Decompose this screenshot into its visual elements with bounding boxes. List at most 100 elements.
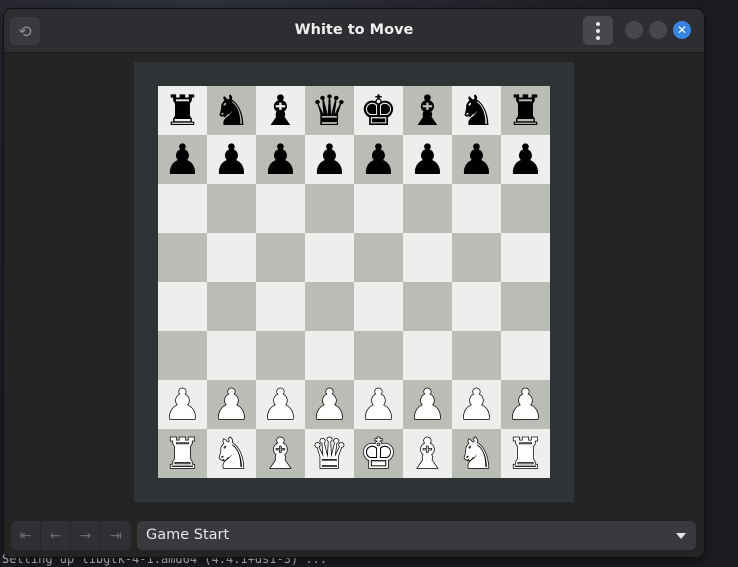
square-f6[interactable] xyxy=(403,184,452,233)
square-f8[interactable]: ♝ xyxy=(403,86,452,135)
previous-move-button[interactable]: ← xyxy=(41,521,71,550)
square-c8[interactable]: ♝ xyxy=(256,86,305,135)
white-piece[interactable]: ♜ xyxy=(163,431,202,475)
square-g7[interactable]: ♟ xyxy=(452,135,501,184)
square-h5[interactable] xyxy=(501,233,550,282)
black-piece[interactable]: ♞ xyxy=(458,89,496,132)
square-g2[interactable]: ♟ xyxy=(452,380,501,429)
black-piece[interactable]: ♝ xyxy=(262,89,300,132)
square-e4[interactable] xyxy=(354,282,403,331)
square-e3[interactable] xyxy=(354,331,403,380)
square-h8[interactable]: ♜ xyxy=(501,86,550,135)
square-c5[interactable] xyxy=(256,233,305,282)
white-piece[interactable]: ♞ xyxy=(212,431,251,475)
black-piece[interactable]: ♟ xyxy=(213,138,251,181)
square-e6[interactable] xyxy=(354,184,403,233)
black-piece[interactable]: ♟ xyxy=(164,138,202,181)
square-e8[interactable]: ♚ xyxy=(354,86,403,135)
white-piece[interactable]: ♛ xyxy=(310,431,349,475)
square-e5[interactable] xyxy=(354,233,403,282)
square-g5[interactable] xyxy=(452,233,501,282)
square-f2[interactable]: ♟ xyxy=(403,380,452,429)
white-piece[interactable]: ♟ xyxy=(359,382,398,426)
square-d3[interactable] xyxy=(305,331,354,380)
black-piece[interactable]: ♜ xyxy=(507,89,545,132)
first-move-button[interactable]: ⇤ xyxy=(11,521,41,550)
square-h3[interactable] xyxy=(501,331,550,380)
black-piece[interactable]: ♚ xyxy=(360,89,398,132)
square-a2[interactable]: ♟ xyxy=(158,380,207,429)
square-h4[interactable] xyxy=(501,282,550,331)
white-piece[interactable]: ♚ xyxy=(359,431,398,475)
black-piece[interactable]: ♞ xyxy=(213,89,251,132)
minimize-button[interactable] xyxy=(625,21,643,39)
square-g1[interactable]: ♞ xyxy=(452,429,501,478)
black-piece[interactable]: ♟ xyxy=(360,138,398,181)
close-button[interactable]: ✕ xyxy=(673,21,691,39)
square-h2[interactable]: ♟ xyxy=(501,380,550,429)
black-piece[interactable]: ♟ xyxy=(507,138,545,181)
square-f7[interactable]: ♟ xyxy=(403,135,452,184)
square-f3[interactable] xyxy=(403,331,452,380)
white-piece[interactable]: ♜ xyxy=(506,431,545,475)
square-e7[interactable]: ♟ xyxy=(354,135,403,184)
square-e1[interactable]: ♚ xyxy=(354,429,403,478)
square-g4[interactable] xyxy=(452,282,501,331)
square-d2[interactable]: ♟ xyxy=(305,380,354,429)
square-d7[interactable]: ♟ xyxy=(305,135,354,184)
square-f5[interactable] xyxy=(403,233,452,282)
square-a8[interactable]: ♜ xyxy=(158,86,207,135)
square-d1[interactable]: ♛ xyxy=(305,429,354,478)
square-b4[interactable] xyxy=(207,282,256,331)
white-piece[interactable]: ♟ xyxy=(457,382,496,426)
square-b3[interactable] xyxy=(207,331,256,380)
square-a6[interactable] xyxy=(158,184,207,233)
square-d5[interactable] xyxy=(305,233,354,282)
square-a5[interactable] xyxy=(158,233,207,282)
white-piece[interactable]: ♟ xyxy=(163,382,202,426)
square-c6[interactable] xyxy=(256,184,305,233)
square-b5[interactable] xyxy=(207,233,256,282)
square-g3[interactable] xyxy=(452,331,501,380)
main-menu-button[interactable] xyxy=(583,16,613,45)
square-c1[interactable]: ♝ xyxy=(256,429,305,478)
chess-board[interactable]: ♜ ♞ ♝ ♛ ♚ ♝ ♞ ♜ ♟ ♟ ♟ ♟ ♟ ♟ ♟ ♟ ♟ ♟ ♟ ♟ ♟ ♟ ♟ ♟ ♜ ♞ ♝ ♛ ♚ ♝ ♞ ♜ xyxy=(158,86,550,478)
black-piece[interactable]: ♜ xyxy=(164,89,202,132)
square-a1[interactable]: ♜ xyxy=(158,429,207,478)
black-piece[interactable]: ♟ xyxy=(458,138,496,181)
square-g6[interactable] xyxy=(452,184,501,233)
black-piece[interactable]: ♟ xyxy=(262,138,300,181)
maximize-button[interactable] xyxy=(649,21,667,39)
move-history-dropdown[interactable]: Game Start xyxy=(137,521,696,550)
square-h6[interactable] xyxy=(501,184,550,233)
square-h1[interactable]: ♜ xyxy=(501,429,550,478)
black-piece[interactable]: ♛ xyxy=(311,89,349,132)
square-a3[interactable] xyxy=(158,331,207,380)
next-move-button[interactable]: → xyxy=(71,521,101,550)
square-b6[interactable] xyxy=(207,184,256,233)
square-c4[interactable] xyxy=(256,282,305,331)
square-b1[interactable]: ♞ xyxy=(207,429,256,478)
black-piece[interactable]: ♟ xyxy=(311,138,349,181)
white-piece[interactable]: ♝ xyxy=(261,431,300,475)
square-h7[interactable]: ♟ xyxy=(501,135,550,184)
white-piece[interactable]: ♟ xyxy=(261,382,300,426)
white-piece[interactable]: ♟ xyxy=(310,382,349,426)
square-d8[interactable]: ♛ xyxy=(305,86,354,135)
square-b2[interactable]: ♟ xyxy=(207,380,256,429)
white-piece[interactable]: ♟ xyxy=(212,382,251,426)
last-move-button[interactable]: ⇥ xyxy=(101,521,131,550)
black-piece[interactable]: ♝ xyxy=(409,89,447,132)
square-b8[interactable]: ♞ xyxy=(207,86,256,135)
square-b7[interactable]: ♟ xyxy=(207,135,256,184)
square-c3[interactable] xyxy=(256,331,305,380)
square-f1[interactable]: ♝ xyxy=(403,429,452,478)
white-piece[interactable]: ♟ xyxy=(408,382,447,426)
square-c7[interactable]: ♟ xyxy=(256,135,305,184)
white-piece[interactable]: ♞ xyxy=(457,431,496,475)
square-f4[interactable] xyxy=(403,282,452,331)
black-piece[interactable]: ♟ xyxy=(409,138,447,181)
square-e2[interactable]: ♟ xyxy=(354,380,403,429)
square-g8[interactable]: ♞ xyxy=(452,86,501,135)
square-d6[interactable] xyxy=(305,184,354,233)
